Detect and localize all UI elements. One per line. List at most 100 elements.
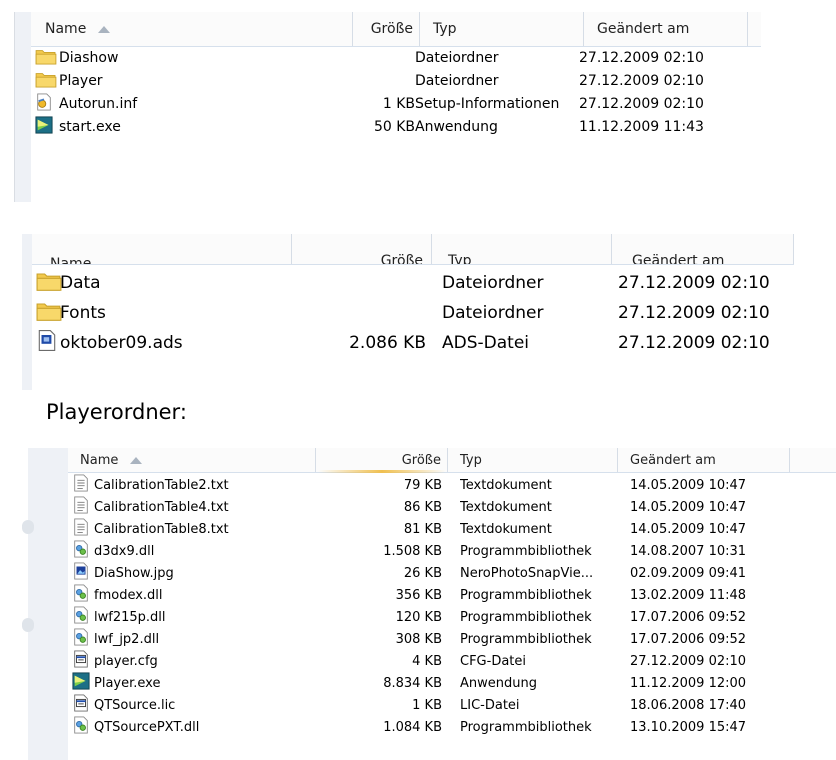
file-row[interactable]: player.cfg 4 KB CFG-Datei 27.12.2009 02:10: [68, 650, 836, 672]
file-date: 14.05.2009 10:47: [630, 477, 747, 493]
file-date: 14.05.2009 10:47: [630, 499, 747, 515]
file-row[interactable]: Diashow Dateiordner 27.12.2009 02:10: [31, 46, 761, 69]
header-date[interactable]: Geändert am: [618, 448, 790, 472]
header-type[interactable]: Typ: [432, 234, 612, 264]
file-size: 1 KB: [382, 95, 415, 112]
file-list: Diashow Dateiordner 27.12.2009 02:10 Player…: [31, 46, 761, 202]
file-type: Dateiordner: [415, 72, 499, 89]
dll-file-icon: [72, 628, 90, 650]
file-row[interactable]: Fonts Dateiordner 27.12.2009 02:10: [32, 298, 794, 328]
file-name: Player: [59, 72, 103, 89]
file-date: 17.07.2006 09:52: [630, 631, 747, 647]
file-row[interactable]: QTSourcePXT.dll 1.084 KB Programmbibliothe…: [68, 716, 836, 738]
file-row[interactable]: fmodex.dll 356 KB Programmbibliothek 13.02.…: [68, 584, 836, 606]
file-date: 11.12.2009 11:43: [579, 118, 704, 135]
file-type: CFG-Datei: [460, 653, 527, 669]
file-row[interactable]: DiaShow.jpg 26 KB NeroPhotoSnapVie... 02.09…: [68, 562, 836, 584]
header-type[interactable]: Typ: [420, 12, 584, 46]
column-header: Name Größe Typ Geändert am: [31, 12, 761, 47]
file-date: 27.12.2009 02:10: [579, 95, 704, 112]
file-row[interactable]: start.exe 50 KB Anwendung 11.12.2009 11:43: [31, 115, 761, 138]
header-date[interactable]: Geändert am: [584, 12, 748, 46]
file-size: [292, 298, 426, 328]
header-size[interactable]: Größe: [353, 12, 420, 46]
file-name: start.exe: [59, 118, 121, 135]
file-type: Programmbibliothek: [460, 543, 592, 559]
folder-icon: [35, 47, 57, 69]
file-date: 14.05.2009 10:47: [630, 521, 747, 537]
file-size: 120 KB: [395, 609, 442, 625]
file-name: d3dx9.dll: [94, 543, 155, 559]
file-name: CalibrationTable8.txt: [94, 521, 229, 537]
file-type: Programmbibliothek: [460, 609, 592, 625]
file-row[interactable]: Autorun.inf 1 KB Setup-Informationen 27.12.…: [31, 92, 761, 115]
file-type: NeroPhotoSnapVie...: [460, 565, 594, 581]
file-name: CalibrationTable4.txt: [94, 499, 229, 515]
file-size: 86 KB: [403, 499, 442, 515]
file-name: Data: [60, 273, 101, 293]
file-date: 18.06.2008 17:40: [630, 697, 747, 713]
header-size[interactable]: Größe: [292, 234, 432, 264]
file-row[interactable]: lwf215p.dll 120 KB Programmbibliothek 17.07…: [68, 606, 836, 628]
navigation-strip: [28, 448, 68, 760]
header-name[interactable]: Name: [68, 448, 316, 472]
explorer-panel-player: Name Größe Typ Geändert am CalibrationTa…: [22, 448, 836, 760]
file-size: 26 KB: [403, 565, 442, 581]
header-date[interactable]: Geändert am: [612, 234, 794, 264]
file-row[interactable]: Player.exe 8.834 KB Anwendung 11.12.2009 12…: [68, 672, 836, 694]
text-file-icon: [72, 496, 90, 518]
column-header: Name Größe Typ Geändert am: [68, 448, 836, 473]
file-size: 81 KB: [403, 521, 442, 537]
file-type: Programmbibliothek: [460, 587, 592, 603]
folder-icon: [36, 300, 62, 327]
file-type: Programmbibliothek: [460, 631, 592, 647]
nav-expand-icon[interactable]: [22, 618, 34, 632]
file-row[interactable]: oktober09.ads 2.086 KB ADS-Datei 27.12.2009…: [32, 328, 794, 358]
file-row[interactable]: CalibrationTable2.txt 79 KB Textdokument 14…: [68, 474, 836, 496]
file-size: [331, 46, 415, 69]
image-file-icon: [72, 562, 90, 584]
sort-ascending-icon: [130, 456, 143, 464]
file-name: CalibrationTable2.txt: [94, 477, 229, 493]
file-name: Autorun.inf: [59, 95, 138, 112]
file-name: DiaShow.jpg: [94, 565, 174, 581]
file-type: Textdokument: [460, 521, 552, 537]
folder-icon: [36, 270, 62, 297]
file-date: 13.02.2009 11:48: [630, 587, 747, 603]
dll-file-icon: [72, 606, 90, 628]
file-row[interactable]: Player Dateiordner 27.12.2009 02:10: [31, 69, 761, 92]
file-name: Player.exe: [94, 675, 161, 691]
text-file-icon: [72, 474, 90, 496]
file-type: Dateiordner: [442, 303, 544, 323]
header-size[interactable]: Größe: [316, 448, 448, 472]
file-row[interactable]: CalibrationTable4.txt 86 KB Textdokument 14…: [68, 496, 836, 518]
dll-file-icon: [72, 540, 90, 562]
header-name[interactable]: Name: [32, 234, 292, 264]
file-type: Setup-Informationen: [415, 95, 560, 112]
file-size: 50 KB: [373, 118, 415, 135]
file-name: oktober09.ads: [60, 333, 183, 353]
file-name: Fonts: [60, 303, 106, 323]
file-row[interactable]: d3dx9.dll 1.508 KB Programmbibliothek 14.08…: [68, 540, 836, 562]
file-date: 27.12.2009 02:10: [618, 273, 770, 293]
file-type: Dateiordner: [415, 49, 499, 66]
file-name: QTSource.lic: [94, 697, 176, 713]
folder-icon: [35, 70, 57, 92]
file-size: 308 KB: [395, 631, 442, 647]
file-row[interactable]: Data Dateiordner 27.12.2009 02:10: [32, 268, 794, 298]
file-type: LIC-Datei: [460, 697, 520, 713]
file-type: Anwendung: [460, 675, 537, 691]
nav-expand-icon[interactable]: [22, 520, 34, 534]
file-date: 27.12.2009 02:10: [618, 333, 770, 353]
file-date: 27.12.2009 02:10: [618, 303, 770, 323]
file-type: Textdokument: [460, 477, 552, 493]
header-name[interactable]: Name: [31, 12, 353, 46]
file-date: 11.12.2009 12:00: [630, 675, 747, 691]
file-type: Dateiordner: [442, 273, 544, 293]
file-row[interactable]: QTSource.lic 1 KB LIC-Datei 18.06.2008 17:4…: [68, 694, 836, 716]
cfg-file-icon: [72, 694, 90, 716]
file-row[interactable]: lwf_jp2.dll 308 KB Programmbibliothek 17.07…: [68, 628, 836, 650]
file-name: player.cfg: [94, 653, 158, 669]
file-row[interactable]: CalibrationTable8.txt 81 KB Textdokument 14…: [68, 518, 836, 540]
header-type[interactable]: Typ: [448, 448, 618, 472]
